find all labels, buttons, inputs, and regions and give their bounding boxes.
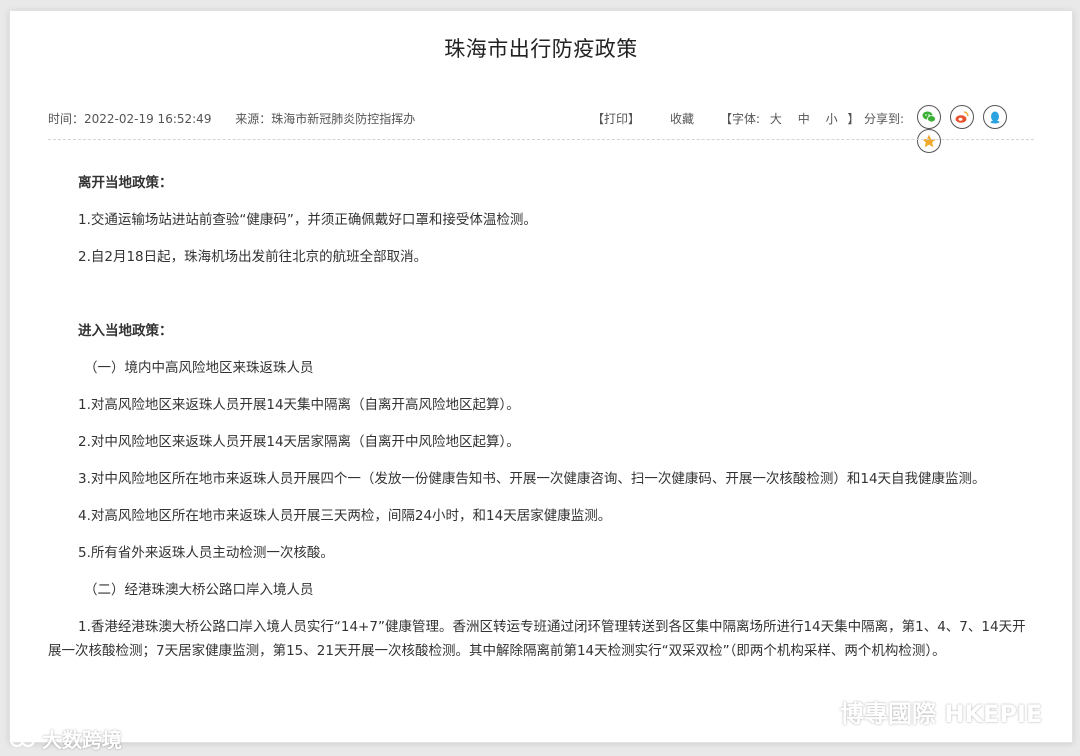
- font-large-button[interactable]: 大: [770, 112, 782, 126]
- article-meta-info: 时间：2022-02-19 16:52:49 来源：珠海市新冠肺炎防控指挥办: [48, 110, 415, 127]
- watermark-right-text: 博專國際 HKEPIE: [840, 700, 1043, 728]
- share-label: 分享到:: [864, 112, 905, 126]
- qq-icon[interactable]: [982, 105, 1007, 129]
- enter-policy-heading: 进入当地政策：: [78, 323, 173, 339]
- section-2-heading: （二）经港珠澳大桥公路口岸入境人员: [84, 582, 314, 598]
- publish-time: 时间：2022-02-19 16:52:49: [48, 112, 212, 126]
- section-1-item-3: 3.对中风险地区所在地市来返珠人员开展四个一（发放一份健康告知书、开展一次健康咨…: [78, 471, 986, 487]
- section-1-item-2: 2.对中风险地区来返珠人员开展14天居家隔离（自离开中风险地区起算）。: [78, 434, 520, 450]
- weibo-icon[interactable]: [949, 105, 974, 129]
- brand-logo-icon: [10, 730, 36, 754]
- wechat-icon[interactable]: [917, 105, 941, 129]
- font-size-control: 【字体: 大 中 小 】: [720, 110, 859, 127]
- watermark-right: 博專國際 HKEPIE: [808, 694, 1042, 729]
- watermark-left: 大数跨境: [10, 724, 122, 754]
- share-icons: [917, 105, 1034, 153]
- section-1-item-1: 1.对高风险地区来返珠人员开展14天集中隔离（自离开高风险地区起算）。: [78, 397, 520, 413]
- meta-divider: [48, 139, 1034, 140]
- page-title: 珠海市出行防疫政策: [444, 37, 638, 61]
- watermark-left-text: 大数跨境: [42, 728, 122, 752]
- article-meta-bar: 时间：2022-02-19 16:52:49 来源：珠海市新冠肺炎防控指挥办 【…: [48, 105, 1034, 153]
- leave-item-1: 1.交通运输场站进站前查验“健康码”，并须正确佩戴好口罩和接受体温检测。: [78, 212, 537, 228]
- section-1-item-5: 5.所有省外来返珠人员主动检测一次核酸。: [78, 545, 334, 561]
- leave-policy-heading: 离开当地政策：: [78, 175, 173, 191]
- font-medium-button[interactable]: 中: [798, 112, 810, 126]
- font-small-button[interactable]: 小: [826, 112, 838, 126]
- article-source: 来源：珠海市新冠肺炎防控指挥办: [235, 112, 416, 126]
- qzone-icon[interactable]: [917, 129, 941, 153]
- favorite-button[interactable]: 收藏: [670, 110, 694, 127]
- article-page: 珠海市出行防疫政策 时间：2022-02-19 16:52:49 来源：珠海市新…: [9, 10, 1073, 743]
- article-body: 离开当地政策： 1.交通运输场站进站前查验“健康码”，并须正确佩戴好口罩和接受体…: [48, 171, 1034, 663]
- section-1-heading: （一）境内中高风险地区来珠返珠人员: [84, 360, 314, 376]
- leave-item-2: 2.自2月18日起，珠海机场出发前往北京的航班全部取消。: [78, 249, 428, 265]
- font-size-prefix: 【字体:: [720, 112, 761, 126]
- section-1-item-4: 4.对高风险地区所在地市来返珠人员开展三天两检，间隔24小时，和14天居家健康监…: [78, 508, 612, 524]
- wechat-logo-icon: [808, 701, 834, 729]
- section-2-item-1: 1.香港经港珠澳大桥公路口岸入境人员实行“14+7”健康管理。香洲区转运专班通过…: [48, 619, 1026, 659]
- print-button[interactable]: 【打印】: [592, 110, 640, 127]
- font-size-suffix: 】: [847, 112, 860, 126]
